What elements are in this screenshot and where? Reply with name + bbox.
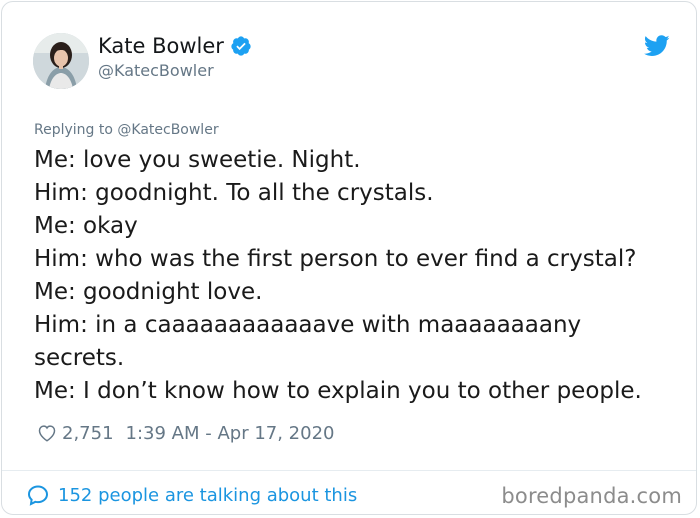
reply-bubble-icon: [27, 485, 49, 506]
author-handle[interactable]: @KatecBowler: [98, 61, 214, 80]
verified-badge-icon: [231, 36, 251, 56]
avatar[interactable]: [33, 33, 89, 89]
tweet-card: Kate Bowler @KatecBowler Replying to @Ka…: [1, 1, 697, 515]
tweet-text: Me: love you sweetie. Night. Him: goodni…: [34, 144, 684, 408]
author-name[interactable]: Kate Bowler: [98, 34, 224, 58]
watermark: boredpanda.com: [501, 484, 682, 508]
tweet-meta: 2,751 1:39 AM - Apr 17, 2020: [36, 421, 334, 445]
tweet-line: secrets.: [34, 345, 125, 371]
replying-to[interactable]: Replying to @KatecBowler: [34, 122, 219, 138]
avatar-image: [33, 33, 89, 89]
talking-link[interactable]: 152 people are talking about this: [26, 483, 357, 507]
tweet-line: Me: love you sweetie. Night.: [34, 147, 361, 173]
heart-icon[interactable]: [36, 422, 58, 444]
tweet-line: Him: goodnight. To all the crystals.: [34, 180, 434, 206]
tweet-line: Me: okay: [34, 213, 138, 239]
tweet-line: Him: in a caaaaaaaaaaaave with maaaaaaaa…: [34, 312, 582, 338]
divider: [2, 470, 696, 471]
tweet-timestamp[interactable]: 1:39 AM - Apr 17, 2020: [126, 423, 335, 444]
tweet-line: Me: I don’t know how to explain you to o…: [34, 378, 642, 404]
like-count[interactable]: 2,751: [62, 423, 114, 444]
twitter-bird-icon[interactable]: [644, 35, 670, 57]
tweet-line: Him: who was the first person to ever fi…: [34, 246, 637, 272]
author-name-row[interactable]: Kate Bowler: [98, 34, 252, 58]
talking-label[interactable]: 152 people are talking about this: [58, 485, 357, 506]
tweet-line: Me: goodnight love.: [34, 279, 263, 305]
